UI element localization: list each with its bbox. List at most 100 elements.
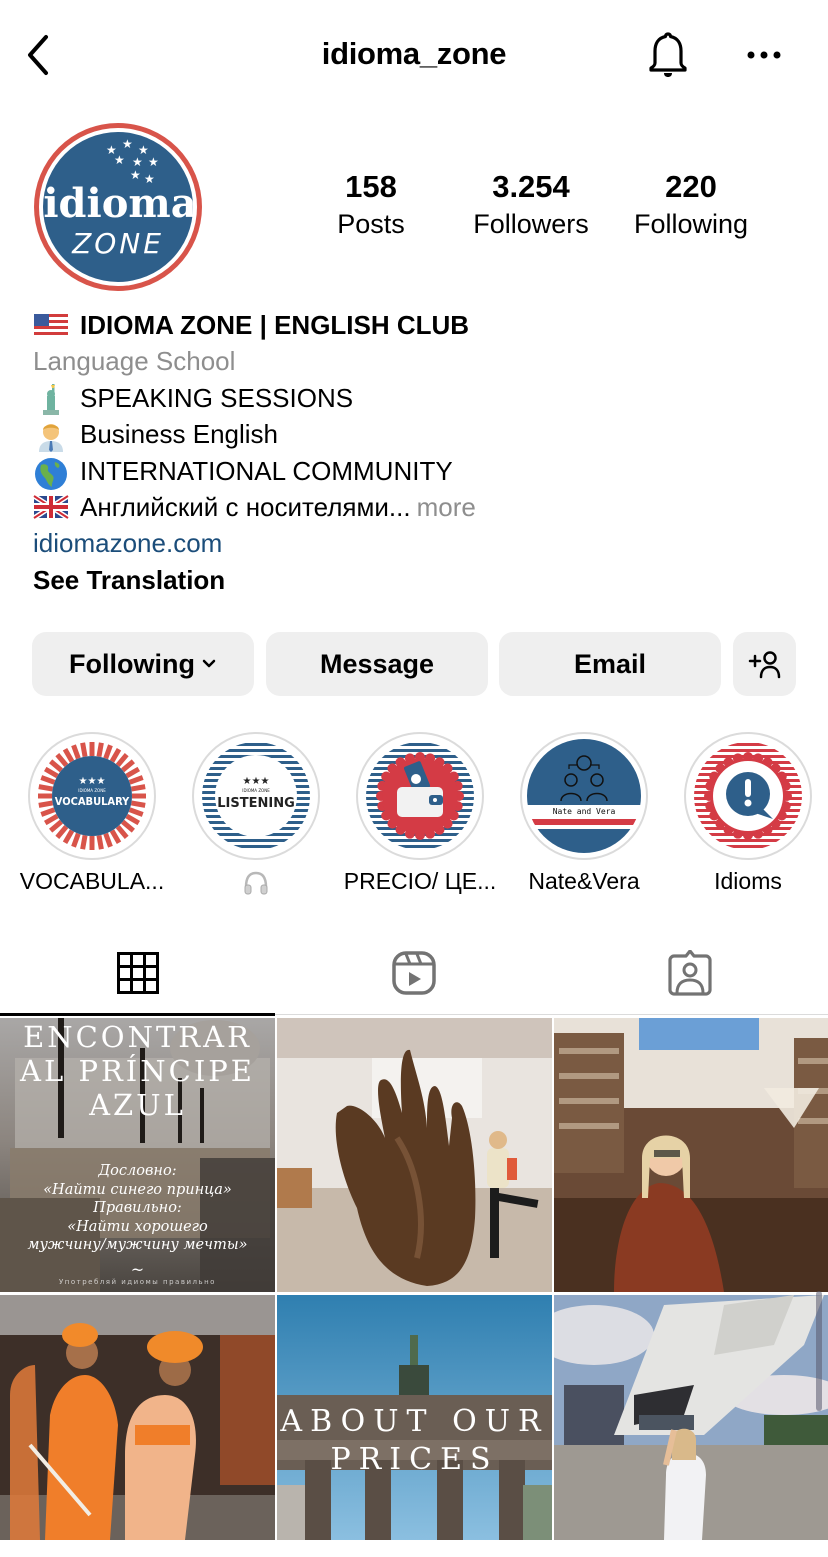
sunburst-ray xyxy=(38,800,54,808)
svg-text:★: ★ xyxy=(122,137,133,151)
post-tile[interactable] xyxy=(554,1295,828,1540)
svg-text:VOCABULARY: VOCABULARY xyxy=(55,795,130,808)
stripe xyxy=(366,845,474,848)
post-title-line: PRICES xyxy=(330,1442,499,1477)
post-image xyxy=(277,1018,552,1292)
bio-line: SPEAKING SESSIONS xyxy=(33,380,793,416)
followers-count-label: Followers xyxy=(473,209,589,239)
profile-category: Language School xyxy=(33,346,236,377)
post-body-line: мужчину/мужчину мечты» xyxy=(27,1237,248,1253)
sunburst-ray xyxy=(80,834,88,850)
profile-avatar[interactable]: ★ ★ ★ ★ ★ ★ ★ ★ idioma ZONE xyxy=(32,121,204,293)
post-title-line: ABOUT OUR xyxy=(280,1404,549,1439)
post-title-line: AL PRÍNCIPE xyxy=(20,1054,255,1088)
highlight-nate-vera[interactable]: Nate and Vera Nate&Vera xyxy=(502,732,666,896)
bio-line-text: Business English xyxy=(80,419,278,450)
followers-count[interactable]: 3.254 Followers xyxy=(466,168,596,242)
tab-reels[interactable] xyxy=(276,930,552,1016)
svg-text:★: ★ xyxy=(114,153,125,167)
tab-tagged[interactable] xyxy=(552,930,828,1016)
post-tile[interactable] xyxy=(0,1295,275,1540)
ornament: ~ xyxy=(130,1260,145,1279)
profile-username-title: idioma_zone xyxy=(0,36,828,72)
chevron-down-icon xyxy=(202,659,216,668)
see-translation-line: See Translation xyxy=(33,562,793,598)
bio-line-text: INTERNATIONAL COMMUNITY xyxy=(80,455,453,486)
posts-count[interactable]: 158 Posts xyxy=(316,168,426,242)
highlight-label: PRECIO/ ЦЕ... xyxy=(343,868,497,894)
post-body-line: «Найти синего принца» xyxy=(43,1181,232,1198)
stripe xyxy=(202,839,310,842)
highlight-vocabulary[interactable]: ★★★ IDIOMA ZONE VOCABULARY VOCABULA... xyxy=(10,732,174,896)
sunburst-ray xyxy=(80,742,88,758)
sunburst-ray xyxy=(38,784,54,792)
more-horizontal-icon xyxy=(747,51,781,59)
following-count[interactable]: 220 Following xyxy=(626,168,756,242)
svg-text:IDIOMA ZONE: IDIOMA ZONE xyxy=(242,788,270,793)
website-link[interactable]: idiomazone.com xyxy=(33,525,222,561)
highlight-idioms[interactable]: Idioms xyxy=(666,732,828,896)
following-button[interactable]: Following xyxy=(32,632,254,696)
highlight-label: VOCABULA... xyxy=(19,868,165,894)
post-body-line: «Найти хорошего xyxy=(67,1218,208,1235)
uk-flag-icon xyxy=(32,493,70,521)
tagged-person-icon xyxy=(668,950,712,996)
tab-posts-grid[interactable] xyxy=(0,930,276,1016)
post-tile[interactable]: ABOUT OUR PRICES xyxy=(277,1295,552,1540)
highlight-label: Nate&Vera xyxy=(528,868,640,894)
sunburst-ray xyxy=(130,784,146,792)
bio-line: INTERNATIONAL COMMUNITY xyxy=(33,453,793,490)
svg-text:Nate and Vera: Nate and Vera xyxy=(553,807,616,816)
svg-text:★★★: ★★★ xyxy=(243,776,270,787)
post-title: ENCONTRAR AL PRÍNCIPE AZUL xyxy=(0,1020,275,1122)
post-image xyxy=(554,1295,828,1540)
sunburst-ray xyxy=(96,834,104,850)
highlight-cover xyxy=(684,732,812,860)
message-button[interactable]: Message xyxy=(266,632,488,696)
bio-more-link[interactable]: more xyxy=(417,489,476,525)
highlight-cover: ★★★ IDIOMA ZONE VOCABULARY xyxy=(28,732,156,860)
stripe xyxy=(202,845,310,848)
story-highlights: ★★★ IDIOMA ZONE VOCABULARY VOCABULA... ★… xyxy=(0,732,828,902)
see-translation-link[interactable]: See Translation xyxy=(33,562,225,598)
posts-grid: ENCONTRAR AL PRÍNCIPE AZUL Дословно: «На… xyxy=(0,1018,828,1540)
scrollbar[interactable] xyxy=(816,1291,822,1411)
profile-bio: IDIOMA ZONE | ENGLISH CLUB Language Scho… xyxy=(32,307,793,598)
svg-text:★: ★ xyxy=(132,155,143,169)
post-tile[interactable] xyxy=(554,1018,828,1292)
highlight-cover: ★★★ IDIOMA ZONE LISTENING xyxy=(192,732,320,860)
email-button[interactable]: Email xyxy=(499,632,721,696)
more-options-button[interactable] xyxy=(742,40,788,70)
stripe xyxy=(366,749,474,752)
highlight-listening[interactable]: ★★★ IDIOMA ZONE LISTENING xyxy=(174,732,338,897)
post-tile[interactable]: ENCONTRAR AL PRÍNCIPE AZUL Дословно: «На… xyxy=(0,1018,275,1292)
bio-line: Английский с носителями... more xyxy=(32,489,793,525)
globe-americas-icon xyxy=(33,457,69,490)
bell-icon xyxy=(649,32,687,77)
bio-line: Business English xyxy=(33,416,793,453)
posts-count-label: Posts xyxy=(337,209,405,239)
stripe xyxy=(694,749,802,752)
man-office-worker-icon xyxy=(33,420,69,453)
post-tile[interactable] xyxy=(277,1018,552,1292)
post-image xyxy=(554,1018,828,1292)
notifications-button[interactable] xyxy=(645,30,691,80)
reels-icon xyxy=(392,951,436,995)
svg-text:LISTENING: LISTENING xyxy=(217,796,295,811)
posts-count-value: 158 xyxy=(345,169,397,204)
suggested-accounts-button[interactable] xyxy=(733,632,796,696)
highlight-cover xyxy=(356,732,484,860)
stripe xyxy=(694,743,802,746)
sunburst-ray xyxy=(96,742,104,758)
highlight-precio[interactable]: PRECIO/ ЦЕ... xyxy=(338,732,502,896)
sunburst-ray xyxy=(130,800,146,808)
bio-line-text: Английский с носителями... xyxy=(80,491,411,522)
post-body: Дословно: «Найти синего принца» Правильн… xyxy=(0,1162,275,1255)
username-text: idioma_zone xyxy=(321,36,507,71)
svg-text:idioma: idioma xyxy=(43,180,196,227)
following-count-value: 220 xyxy=(665,169,717,204)
website-line: idiomazone.com xyxy=(33,525,793,561)
post-title: ABOUT OUR PRICES xyxy=(277,1403,552,1479)
svg-text:★: ★ xyxy=(148,155,159,169)
highlight-cover: Nate and Vera xyxy=(520,732,648,860)
